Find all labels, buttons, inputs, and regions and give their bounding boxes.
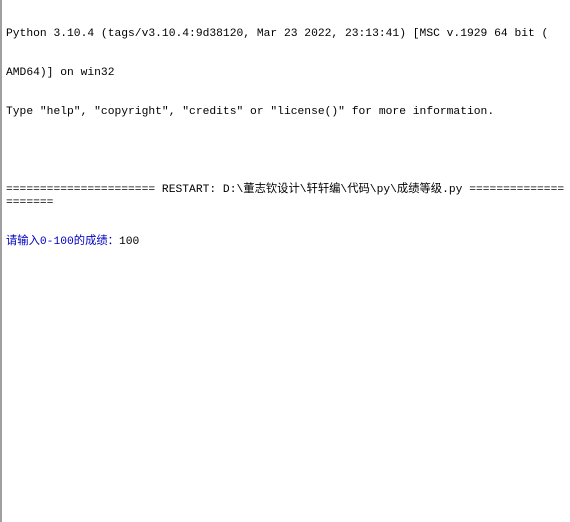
banner-line: Python 3.10.4 (tags/v3.10.4:9d38120, Mar…	[6, 28, 549, 40]
input-value[interactable]: 100	[119, 236, 139, 248]
idle-shell-output[interactable]: Python 3.10.4 (tags/v3.10.4:9d38120, Mar…	[0, 0, 570, 522]
banner-line: Type "help", "copyright", "credits" or "…	[6, 106, 495, 118]
input-prompt: 请输入0-100的成绩：	[6, 236, 119, 248]
input-line[interactable]: 请输入0-100的成绩：100	[6, 236, 570, 249]
restart-line: ====================== RESTART: D:\董志钦设计…	[6, 184, 565, 209]
banner-line: AMD64)] on win32	[6, 67, 115, 79]
